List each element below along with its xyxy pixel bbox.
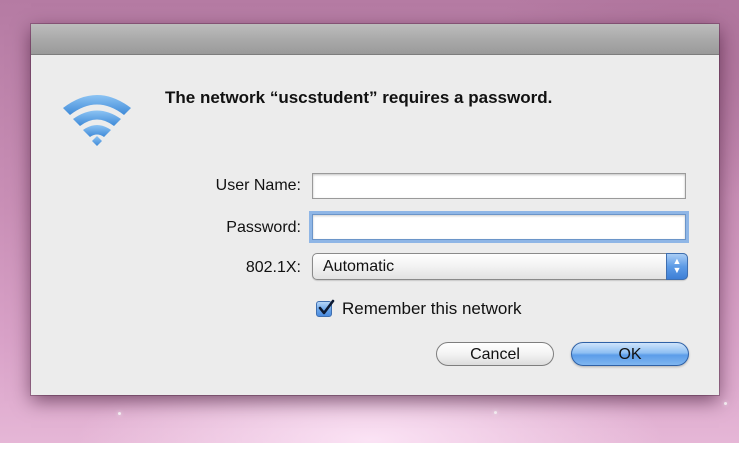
wifi-password-dialog: The network “uscstudent” requires a pass…: [31, 24, 719, 395]
password-field[interactable]: [312, 214, 686, 240]
desktop-star: [494, 411, 497, 414]
security-selected-value: Automatic: [323, 258, 395, 275]
remember-network-checkbox[interactable]: [316, 299, 335, 317]
dialog-message: The network “uscstudent” requires a pass…: [165, 88, 553, 107]
desktop-star: [724, 402, 727, 405]
password-label: Password:: [226, 219, 301, 236]
username-field[interactable]: [312, 173, 686, 199]
desktop-star: [118, 412, 121, 415]
desktop-background: The network “uscstudent” requires a pass…: [0, 0, 739, 455]
checkmark-icon: [318, 299, 335, 315]
security-popup[interactable]: Automatic ▲ ▼: [312, 253, 688, 280]
ok-button[interactable]: OK: [571, 342, 689, 366]
cancel-button[interactable]: Cancel: [436, 342, 554, 366]
dialog-title-bar: [31, 24, 719, 55]
username-label: User Name:: [215, 177, 301, 194]
remember-network-label[interactable]: Remember this network: [342, 299, 522, 319]
updown-arrows-icon[interactable]: ▲ ▼: [666, 253, 688, 280]
security-label: 802.1X:: [245, 259, 301, 276]
wifi-icon: [59, 90, 135, 146]
